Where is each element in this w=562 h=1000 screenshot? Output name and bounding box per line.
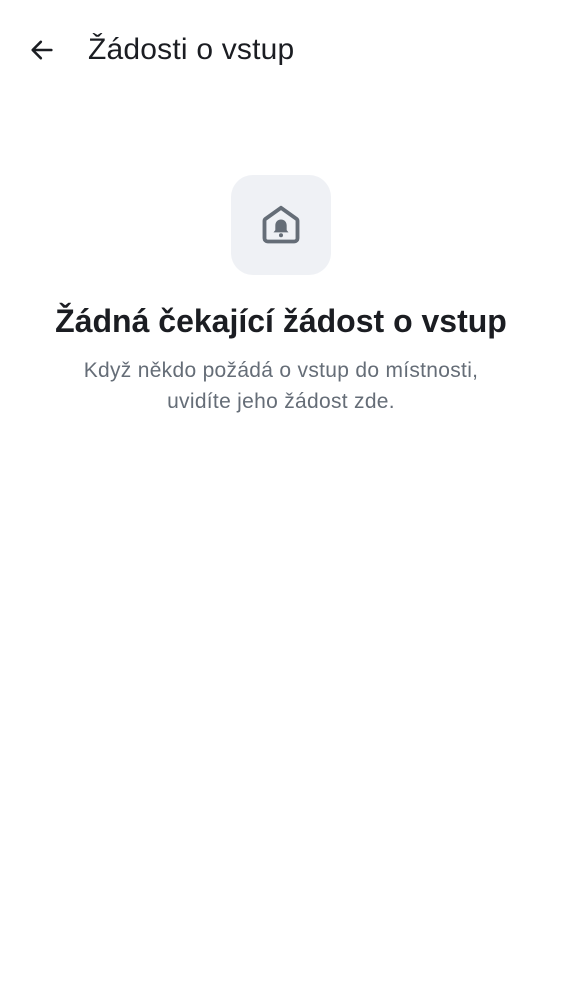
arrow-left-icon	[31, 40, 53, 60]
page-title: Žádosti o vstup	[88, 33, 295, 66]
empty-state-description-line: uvidíte jeho žádost zde.	[167, 390, 395, 413]
back-button[interactable]	[18, 26, 66, 74]
empty-state-description: Když někdo požádá o vstup do místnosti, …	[40, 355, 522, 417]
empty-state-description-line: Když někdo požádá o vstup do místnosti,	[83, 359, 479, 382]
home-bell-icon	[262, 205, 300, 244]
empty-state-icon-container	[231, 175, 331, 275]
top-app-bar: Žádosti o vstup	[0, 0, 562, 100]
empty-state-title: Žádná čekající žádost o vstup	[55, 303, 507, 339]
